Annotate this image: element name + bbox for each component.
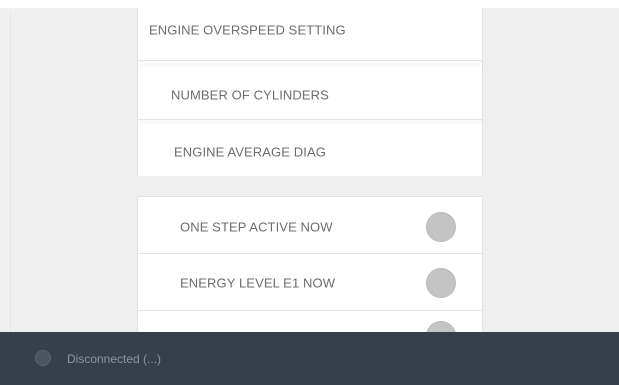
settings-item-engine-average-diag[interactable]: ENGINE AVERAGE DIAG — [138, 124, 482, 176]
settings-item-label: ENGINE OVERSPEED SETTING — [149, 22, 346, 38]
status-item-label: ONE STEP ACTIVE NOW — [180, 219, 333, 235]
status-list: ONE STEP ACTIVE NOW ENERGY LEVEL E1 NOW — [137, 196, 483, 351]
status-circle-icon — [426, 212, 456, 242]
status-item-label: ENERGY LEVEL E1 NOW — [180, 275, 336, 291]
settings-item-engine-overspeed-setting[interactable]: ENGINE OVERSPEED SETTING — [138, 8, 482, 61]
connection-status-bar: Disconnected (...) — [0, 332, 619, 385]
status-item-energy-level-e1-now[interactable]: ENERGY LEVEL E1 NOW — [138, 254, 482, 311]
top-strip — [0, 0, 619, 8]
settings-list: ENGINE OVERSPEED SETTING NUMBER OF CYLIN… — [137, 8, 483, 176]
status-circle-icon — [426, 268, 456, 298]
settings-item-number-of-cylinders[interactable]: NUMBER OF CYLINDERS — [138, 67, 482, 120]
connection-status-icon — [35, 350, 51, 366]
settings-item-label: NUMBER OF CYLINDERS — [171, 87, 329, 103]
settings-item-label: ENGINE AVERAGE DIAG — [174, 144, 326, 160]
status-item-one-step-active-now[interactable]: ONE STEP ACTIVE NOW — [138, 197, 482, 254]
connection-status-text: Disconnected (...) — [67, 352, 162, 366]
left-edge-divider — [10, 12, 11, 332]
